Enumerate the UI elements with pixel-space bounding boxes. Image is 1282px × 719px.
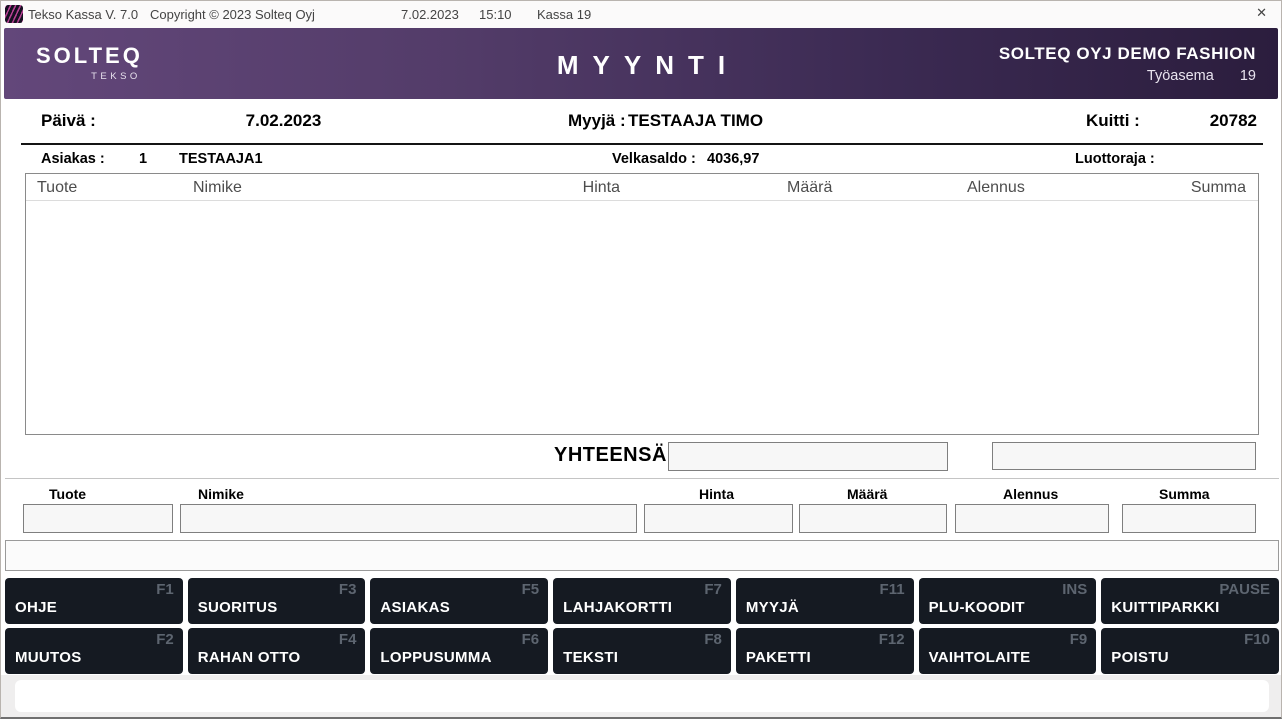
button-myyja[interactable]: MYYJÄ F11	[736, 578, 914, 624]
button-key: F6	[522, 631, 540, 648]
sale-lines-table: Tuote Nimike Hinta Määrä Alennus Summa	[25, 173, 1259, 435]
button-key: F7	[704, 581, 722, 598]
button-key: F5	[522, 581, 540, 598]
app-title: Tekso Kassa V. 7.0	[28, 7, 138, 22]
date-label: Päivä :	[41, 111, 96, 131]
entry-label-summa: Summa	[1159, 486, 1210, 502]
receipt-label: Kuitti :	[1086, 111, 1140, 131]
button-asiakas[interactable]: ASIAKAS F5	[370, 578, 548, 624]
button-loppusumma[interactable]: LOPPUSUMMA F6	[370, 628, 548, 674]
button-label: PAKETTI	[746, 649, 811, 666]
button-label: PLU-KOODIT	[929, 599, 1025, 616]
button-kuittiparkki[interactable]: KUITTIPARKKI PAUSE	[1101, 578, 1279, 624]
button-label: POISTU	[1111, 649, 1169, 666]
register-number: Kassa 19	[537, 7, 591, 22]
copyright-text: Copyright © 2023 Solteq Oyj	[150, 7, 315, 22]
total-label: YHTEENSÄ	[554, 444, 667, 467]
button-key: F1	[156, 581, 174, 598]
button-vaihtolaite[interactable]: VAIHTOLAITE F9	[919, 628, 1097, 674]
button-key: F11	[880, 581, 905, 598]
button-key: F4	[339, 631, 357, 648]
button-teksti[interactable]: TEKSTI F8	[553, 628, 731, 674]
button-key: PAUSE	[1219, 581, 1270, 598]
column-tuote: Tuote	[37, 179, 77, 197]
entry-label-alennus: Alennus	[1003, 486, 1058, 502]
app-header: SOLTEQ TEKSO MYYNTI SOLTEQ OYJ DEMO FASH…	[4, 28, 1278, 99]
button-rahan-otto[interactable]: RAHAN OTTO F4	[188, 628, 366, 674]
column-nimike: Nimike	[193, 179, 242, 197]
nimike-input[interactable]	[180, 504, 637, 533]
button-key: F8	[704, 631, 722, 648]
function-button-grid: OHJE F1 SUORITUS F3 ASIAKAS F5 LAHJAKORT…	[5, 578, 1279, 674]
button-label: VAIHTOLAITE	[929, 649, 1031, 666]
total-value-box	[668, 442, 948, 471]
titlebar-date: 7.02.2023	[401, 7, 459, 22]
total-secondary-box	[992, 442, 1256, 470]
button-ohje[interactable]: OHJE F1	[5, 578, 183, 624]
button-label: RAHAN OTTO	[198, 649, 301, 666]
tuote-input[interactable]	[23, 504, 173, 533]
app-window: Tekso Kassa V. 7.0 Copyright © 2023 Solt…	[0, 0, 1282, 719]
button-key: F2	[156, 631, 174, 648]
button-key: F3	[339, 581, 357, 598]
hinta-input[interactable]	[644, 504, 793, 533]
button-lahjakortti[interactable]: LAHJAKORTTI F7	[553, 578, 731, 624]
close-icon[interactable]: ✕	[1252, 5, 1271, 21]
button-label: LAHJAKORTTI	[563, 599, 672, 616]
button-plu-koodit[interactable]: PLU-KOODIT INS	[919, 578, 1097, 624]
entry-label-nimike: Nimike	[198, 486, 244, 502]
button-muutos[interactable]: MUUTOS F2	[5, 628, 183, 674]
workstation-label: Työasema	[1147, 68, 1214, 84]
divider	[5, 478, 1279, 479]
workstation-info: Työasema 19	[999, 68, 1256, 84]
button-label: ASIAKAS	[380, 599, 450, 616]
entry-label-tuote: Tuote	[49, 486, 86, 502]
debt-value: 4036,97	[707, 151, 759, 167]
customer-number: 1	[139, 151, 147, 167]
customer-label: Asiakas :	[41, 151, 105, 167]
button-label: LOPPUSUMMA	[380, 649, 491, 666]
maara-input[interactable]	[799, 504, 947, 533]
button-label: SUORITUS	[198, 599, 278, 616]
date-value: 7.02.2023	[211, 111, 356, 131]
titlebar-time: 15:10	[479, 7, 512, 22]
entry-label-maara: Määrä	[847, 486, 887, 502]
status-strip	[1, 675, 1281, 719]
button-key: F12	[879, 631, 905, 648]
button-label: KUITTIPARKKI	[1111, 599, 1219, 616]
customer-name: TESTAAJA1	[179, 151, 263, 167]
button-poistu[interactable]: POISTU F10	[1101, 628, 1279, 674]
workstation-number: 19	[1240, 68, 1256, 84]
store-name: SOLTEQ OYJ DEMO FASHION	[999, 44, 1256, 64]
column-summa: Summa	[1191, 179, 1246, 197]
button-suoritus[interactable]: SUORITUS F3	[188, 578, 366, 624]
button-key: INS	[1062, 581, 1087, 598]
divider	[21, 143, 1263, 145]
credit-limit-label: Luottoraja :	[1075, 151, 1155, 167]
button-label: OHJE	[15, 599, 57, 616]
command-input[interactable]	[5, 540, 1279, 571]
status-bar	[15, 680, 1269, 712]
column-alennus: Alennus	[967, 179, 1025, 197]
button-label: MYYJÄ	[746, 599, 799, 616]
header-store-block: SOLTEQ OYJ DEMO FASHION Työasema 19	[999, 44, 1256, 84]
column-maara: Määrä	[787, 179, 832, 197]
entry-label-hinta: Hinta	[699, 486, 734, 502]
button-label: MUUTOS	[15, 649, 82, 666]
seller-label: Myyjä :	[568, 111, 626, 131]
alennus-input[interactable]	[955, 504, 1109, 533]
titlebar: Tekso Kassa V. 7.0 Copyright © 2023 Solt…	[1, 1, 1281, 28]
receipt-number: 20782	[1210, 111, 1257, 131]
app-icon	[5, 5, 23, 23]
button-paketti[interactable]: PAKETTI F12	[736, 628, 914, 674]
button-key: F10	[1244, 631, 1270, 648]
debt-label: Velkasaldo :	[612, 151, 696, 167]
summa-input[interactable]	[1122, 504, 1256, 533]
table-header-row: Tuote Nimike Hinta Määrä Alennus Summa	[26, 174, 1258, 201]
seller-value: TESTAAJA TIMO	[628, 111, 763, 131]
column-hinta: Hinta	[558, 179, 620, 197]
button-label: TEKSTI	[563, 649, 618, 666]
button-key: F9	[1070, 631, 1088, 648]
